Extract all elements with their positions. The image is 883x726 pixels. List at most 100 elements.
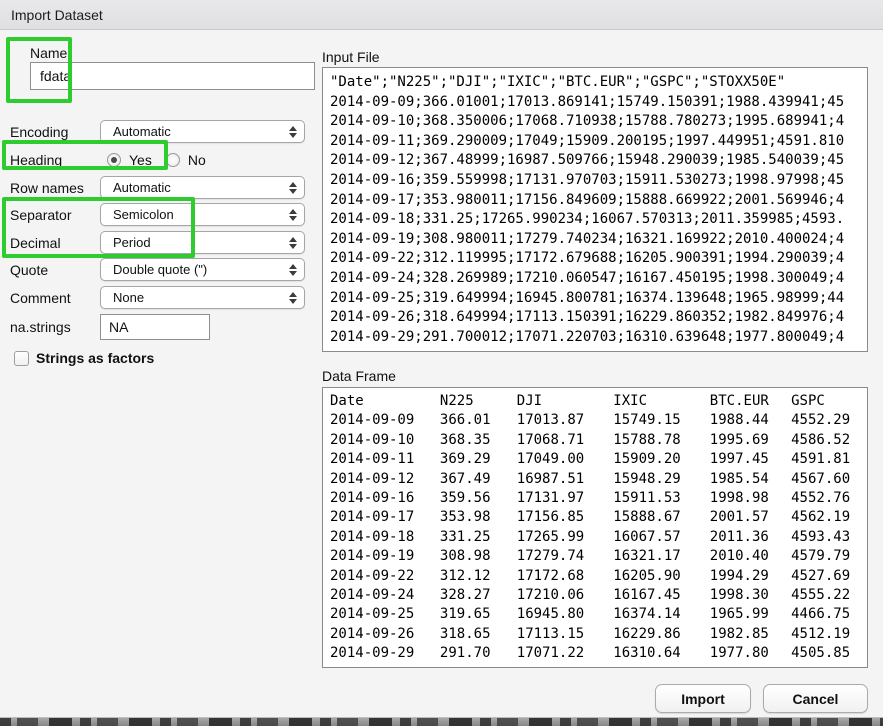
name-input-value: fdata	[40, 68, 71, 84]
data-frame-row: 2014-09-12367.4916987.5115948.291985.544…	[330, 470, 860, 489]
heading-no-radio[interactable]	[166, 153, 180, 167]
data-frame-column-header: DJI	[517, 392, 614, 411]
heading-yes-radio[interactable]	[107, 153, 121, 167]
input-file-line: 2014-09-16;359.559998;17131.970703;15911…	[330, 171, 860, 191]
data-frame-cell: 1998.98	[710, 489, 791, 508]
data-frame-cell: 16987.51	[517, 470, 614, 489]
data-frame-cell: 4586.52	[791, 431, 860, 450]
na-strings-input[interactable]: NA	[100, 314, 210, 340]
quote-select[interactable]: Double quote (")	[100, 258, 305, 281]
import-button[interactable]: Import	[655, 684, 751, 713]
input-file-line: 2014-09-24;328.269989;17210.060547;16167…	[330, 269, 860, 289]
input-file-line: 2014-09-22;312.119995;17172.679688;16205…	[330, 249, 860, 269]
input-file-line: "Date";"N225";"DJI";"IXIC";"BTC.EUR";"GS…	[330, 73, 860, 93]
data-frame-row: 2014-09-19308.9817279.7416321.172010.404…	[330, 547, 860, 566]
data-frame-cell: 2014-09-26	[330, 625, 440, 644]
data-frame-cell: 15788.78	[613, 431, 710, 450]
data-frame-cell: 1965.99	[710, 605, 791, 624]
data-frame-cell: 2010.40	[710, 547, 791, 566]
data-frame-cell: 4527.69	[791, 567, 860, 586]
data-frame-cell: 16374.14	[613, 605, 710, 624]
data-frame-cell: 367.49	[440, 470, 517, 489]
data-frame-row: 2014-09-17353.9817156.8515888.672001.574…	[330, 508, 860, 527]
data-frame-cell: 15909.20	[613, 450, 710, 469]
input-file-line: 2014-09-12;367.48999;16987.509766;15948.…	[330, 151, 860, 171]
data-frame-cell: 4579.79	[791, 547, 860, 566]
data-frame-cell: 16167.45	[613, 586, 710, 605]
encoding-select[interactable]: Automatic	[100, 120, 305, 143]
data-frame-cell: 2001.57	[710, 508, 791, 527]
separator-select[interactable]: Semicolon	[100, 203, 305, 226]
data-frame-cell: 4567.60	[791, 470, 860, 489]
data-frame-cell: 2014-09-19	[330, 547, 440, 566]
data-frame-cell: 4552.29	[791, 411, 860, 430]
data-frame-cell: 291.70	[440, 644, 517, 663]
decimal-row: Decimal Period	[10, 231, 310, 254]
data-frame-cell: 2014-09-25	[330, 605, 440, 624]
dialog-title: Import Dataset	[11, 7, 103, 23]
data-frame-cell: 2014-09-24	[330, 586, 440, 605]
data-frame-cell: 1995.69	[710, 431, 791, 450]
data-frame-preview[interactable]: DateN225DJIIXICBTC.EURGSPC2014-09-09366.…	[322, 387, 868, 668]
data-frame-cell: 17279.74	[517, 547, 614, 566]
data-frame-cell: 17265.99	[517, 528, 614, 547]
input-file-line: 2014-09-19;308.980011;17279.740234;16321…	[330, 230, 860, 250]
data-frame-cell: 2014-09-11	[330, 450, 440, 469]
input-file-line: 2014-09-11;369.290009;17049;15909.200195…	[330, 132, 860, 152]
comment-select-value: None	[113, 290, 144, 305]
data-frame-cell: 359.56	[440, 489, 517, 508]
data-frame-column-header: GSPC	[791, 392, 860, 411]
input-file-line: 2014-09-29;291.700012;17071.220703;16310…	[330, 328, 860, 348]
data-frame-cell: 328.27	[440, 586, 517, 605]
input-file-line: 2014-09-26;318.649994;17113.150391;16229…	[330, 308, 860, 328]
quote-select-value: Double quote (")	[113, 262, 207, 277]
strings-as-factors-checkbox[interactable]	[14, 351, 29, 366]
data-frame-cell: 17071.22	[517, 644, 614, 663]
stepper-arrows-icon	[289, 264, 297, 276]
input-file-line: 2014-09-18;331.25;17265.990234;16067.570…	[330, 210, 860, 230]
stepper-arrows-icon	[289, 209, 297, 221]
data-frame-cell: 16310.64	[613, 644, 710, 663]
input-file-line: 2014-09-09;366.01001;17013.869141;15749.…	[330, 93, 860, 113]
rownames-select-value: Automatic	[113, 180, 171, 195]
dialog-titlebar: Import Dataset	[0, 0, 883, 30]
data-frame-cell: 1982.85	[710, 625, 791, 644]
name-input[interactable]: fdata	[30, 62, 315, 90]
strings-as-factors-label: Strings as factors	[36, 350, 154, 366]
data-frame-cell: 319.65	[440, 605, 517, 624]
input-file-line: 2014-09-25;319.649994;16945.800781;16374…	[330, 289, 860, 309]
data-frame-cell: 366.01	[440, 411, 517, 430]
data-frame-cell: 4552.76	[791, 489, 860, 508]
data-frame-cell: 17013.87	[517, 411, 614, 430]
data-frame-cell: 17156.85	[517, 508, 614, 527]
data-frame-cell: 16945.80	[517, 605, 614, 624]
data-frame-row: 2014-09-10368.3517068.7115788.781995.694…	[330, 431, 860, 450]
decimal-select[interactable]: Period	[100, 231, 305, 254]
data-frame-cell: 4512.19	[791, 625, 860, 644]
data-frame-cell: 1994.29	[710, 567, 791, 586]
na-strings-row: na.strings NA	[10, 314, 310, 340]
data-frame-cell: 15948.29	[613, 470, 710, 489]
na-strings-label: na.strings	[10, 319, 100, 335]
heading-row: Heading Yes No	[10, 148, 310, 171]
input-file-preview[interactable]: "Date";"N225";"DJI";"IXIC";"BTC.EUR";"GS…	[322, 67, 868, 352]
input-file-line: 2014-09-17;353.980011;17156.849609;15888…	[330, 191, 860, 211]
encoding-label: Encoding	[10, 124, 100, 140]
stepper-arrows-icon	[289, 237, 297, 249]
data-frame-cell: 1988.44	[710, 411, 791, 430]
na-strings-input-value: NA	[109, 319, 128, 335]
rownames-select[interactable]: Automatic	[100, 176, 305, 199]
import-dataset-dialog: Import Dataset Name fdata Encoding Autom…	[0, 0, 883, 726]
data-frame-row: 2014-09-26318.6517113.1516229.861982.854…	[330, 625, 860, 644]
cancel-button[interactable]: Cancel	[763, 684, 868, 713]
heading-no-label: No	[188, 152, 206, 168]
data-frame-header-row: DateN225DJIIXICBTC.EURGSPC	[330, 392, 860, 411]
data-frame-cell: 4466.75	[791, 605, 860, 624]
data-frame-cell: 1985.54	[710, 470, 791, 489]
data-frame-row: 2014-09-25319.6516945.8016374.141965.994…	[330, 605, 860, 624]
comment-row: Comment None	[10, 286, 310, 309]
data-frame-cell: 2014-09-18	[330, 528, 440, 547]
data-frame-cell: 308.98	[440, 547, 517, 566]
comment-select[interactable]: None	[100, 286, 305, 309]
data-frame-row: 2014-09-24328.2717210.0616167.451998.304…	[330, 586, 860, 605]
